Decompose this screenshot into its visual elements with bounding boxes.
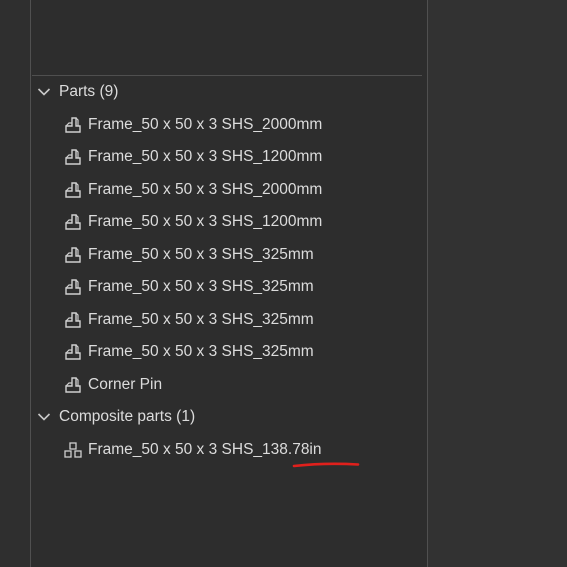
- parts-list-panel: Parts (9) Frame_50 x 50 x 3 SHS_2000mm F…: [30, 0, 428, 567]
- panel-divider: [32, 75, 422, 76]
- left-toolbar-strip: [0, 0, 30, 567]
- red-underline-annotation: [292, 462, 360, 468]
- part-icon: [64, 343, 82, 361]
- list-item-part[interactable]: Corner Pin: [64, 371, 162, 399]
- chevron-down-icon[interactable]: [35, 408, 53, 426]
- right-panel-area: [428, 0, 567, 567]
- chevron-down-icon[interactable]: [35, 83, 53, 101]
- list-item-part[interactable]: Frame_50 x 50 x 3 SHS_325mm: [64, 273, 314, 301]
- part-icon: [64, 116, 82, 134]
- part-icon: [64, 148, 82, 166]
- part-label: Frame_50 x 50 x 3 SHS_2000mm: [88, 181, 323, 198]
- composite-part-label: Frame_50 x 50 x 3 SHS_138.78in: [88, 441, 322, 458]
- list-item-part[interactable]: Frame_50 x 50 x 3 SHS_325mm: [64, 241, 314, 269]
- part-icon: [64, 311, 82, 329]
- part-label: Frame_50 x 50 x 3 SHS_325mm: [88, 278, 314, 295]
- part-label: Frame_50 x 50 x 3 SHS_2000mm: [88, 116, 323, 133]
- list-item-part[interactable]: Frame_50 x 50 x 3 SHS_2000mm: [64, 176, 322, 204]
- part-icon: [64, 213, 82, 231]
- part-icon: [64, 278, 82, 296]
- list-item-part[interactable]: Frame_50 x 50 x 3 SHS_325mm: [64, 338, 314, 366]
- part-icon: [64, 181, 82, 199]
- group-label-composite-parts: Composite parts (1): [59, 408, 196, 425]
- list-item-part[interactable]: Frame_50 x 50 x 3 SHS_2000mm: [64, 111, 322, 139]
- part-label: Frame_50 x 50 x 3 SHS_325mm: [88, 343, 314, 360]
- group-header-parts[interactable]: Parts (9): [35, 78, 118, 106]
- part-label: Frame_50 x 50 x 3 SHS_325mm: [88, 246, 314, 263]
- list-item-part[interactable]: Frame_50 x 50 x 3 SHS_1200mm: [64, 208, 322, 236]
- part-label: Frame_50 x 50 x 3 SHS_325mm: [88, 311, 314, 328]
- composite-part-label-wrap: Frame_50 x 50 x 3 SHS_138.78in: [88, 441, 360, 468]
- composite-part-icon: [64, 441, 82, 459]
- list-item-part[interactable]: Frame_50 x 50 x 3 SHS_325mm: [64, 306, 314, 334]
- group-header-composite-parts[interactable]: Composite parts (1): [35, 403, 195, 431]
- part-label: Corner Pin: [88, 376, 163, 393]
- list-item-part[interactable]: Frame_50 x 50 x 3 SHS_1200mm: [64, 143, 322, 171]
- part-label: Frame_50 x 50 x 3 SHS_1200mm: [88, 148, 323, 165]
- group-label-parts: Parts (9): [59, 83, 119, 100]
- part-icon: [64, 246, 82, 264]
- list-item-composite-part[interactable]: Frame_50 x 50 x 3 SHS_138.78in: [64, 436, 360, 468]
- part-icon: [64, 376, 82, 394]
- part-label: Frame_50 x 50 x 3 SHS_1200mm: [88, 213, 323, 230]
